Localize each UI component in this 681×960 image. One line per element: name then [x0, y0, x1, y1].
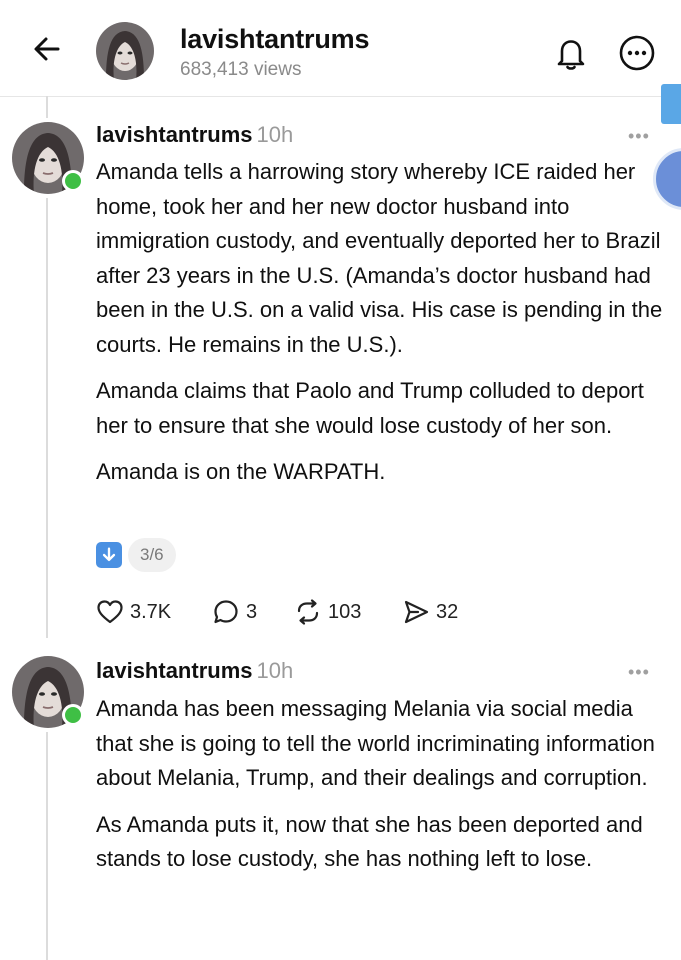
back-arrow-icon[interactable] [30, 32, 64, 66]
post-username[interactable]: lavishtantrums 10h [96, 122, 293, 148]
post-timestamp: 10h [256, 122, 294, 147]
thread-position-count: 3/6 [128, 538, 176, 572]
post-username-text[interactable]: lavishtantrums [96, 122, 253, 147]
post-timestamp: 10h [256, 658, 294, 683]
reply-count: 3 [246, 600, 258, 623]
repost-icon [297, 599, 319, 625]
repost-button[interactable]: 103 [294, 596, 361, 628]
share-button[interactable]: 32 [402, 596, 458, 628]
down-arrow-icon [96, 542, 122, 568]
post-paragraph: Amanda claims that Paolo and Trump collu… [96, 378, 644, 438]
reply-bubble-icon [214, 600, 238, 624]
post-paragraph: Amanda has been messaging Melania via so… [96, 696, 655, 790]
post-paragraph: As Amanda puts it, now that she has been… [96, 811, 643, 872]
repost-count: 103 [328, 600, 362, 623]
more-options-icon[interactable] [618, 34, 656, 72]
post-actions: 3.7K 3 103 32 [96, 596, 566, 628]
post-username[interactable]: lavishtantrums 10h [96, 658, 293, 684]
post-paragraph: Amanda tells a harrowing story whereby I… [96, 159, 663, 357]
post-body: Amanda has been messaging Melania via so… [96, 692, 666, 889]
thread-connector-2 [46, 732, 48, 960]
bell-icon[interactable] [552, 34, 590, 72]
post-more-button[interactable]: ••• [628, 126, 650, 147]
share-count: 32 [436, 600, 459, 623]
online-status-dot [62, 170, 84, 192]
heart-icon [97, 600, 123, 624]
send-icon [404, 600, 429, 624]
header-avatar[interactable] [96, 22, 154, 80]
like-count: 3.7K [130, 600, 172, 623]
app-header: lavishtantrums 683,413 views [0, 0, 681, 97]
like-button[interactable]: 3.7K [96, 596, 171, 628]
thread-position-badge[interactable]: 3/6 [96, 538, 176, 572]
thread-connector-top [46, 96, 48, 118]
floating-overlay-icon[interactable] [661, 84, 681, 124]
post-more-button[interactable]: ••• [628, 662, 650, 683]
thread-connector-1 [46, 198, 48, 638]
header-username[interactable]: lavishtantrums [180, 24, 369, 55]
post-username-text[interactable]: lavishtantrums [96, 658, 253, 683]
online-status-dot [62, 704, 84, 726]
post-paragraph: Amanda is on the WARPATH. [96, 459, 386, 484]
header-view-count: 683,413 views [180, 59, 302, 80]
post-body: Amanda tells a harrowing story whereby I… [96, 155, 666, 502]
reply-button[interactable]: 3 [212, 596, 257, 628]
